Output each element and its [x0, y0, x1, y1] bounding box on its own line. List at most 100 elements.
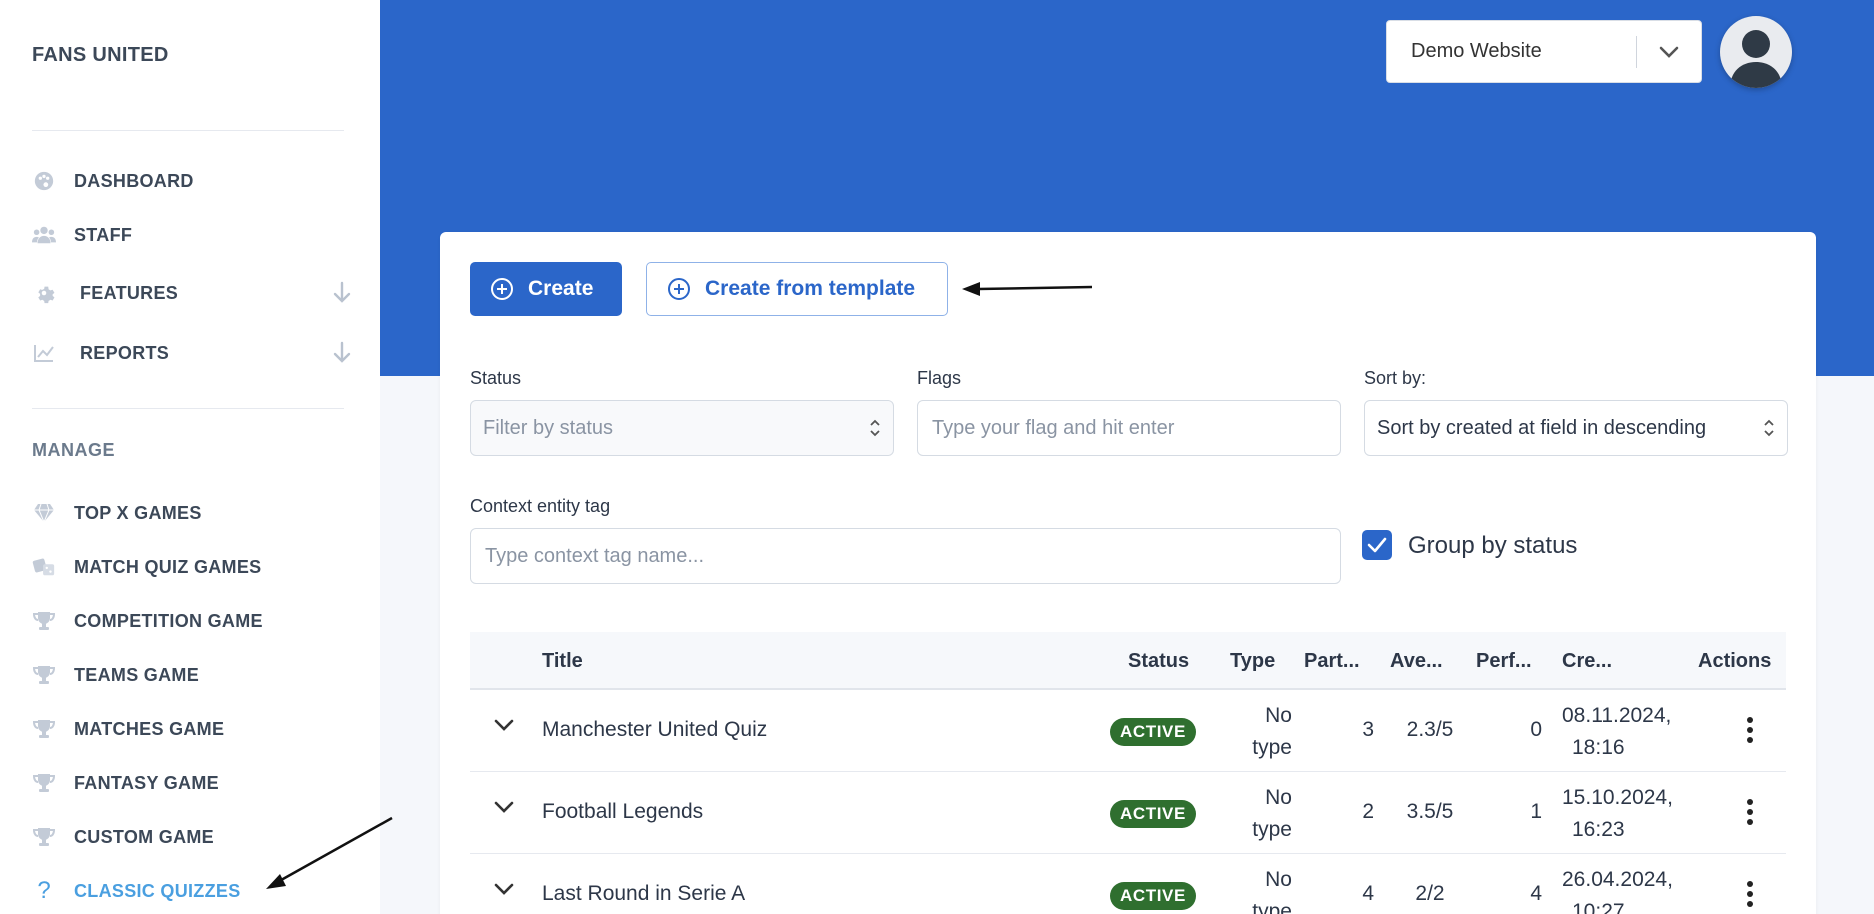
arrow-down-icon[interactable] [332, 341, 352, 370]
row-title[interactable]: Football Legends [542, 800, 703, 824]
nav-label: CUSTOM GAME [74, 826, 214, 847]
avatar[interactable] [1720, 16, 1792, 88]
create-from-template-button[interactable]: Create from template [646, 262, 948, 316]
context-tag-input[interactable] [470, 528, 1341, 584]
nav-label: MATCH QUIZ GAMES [74, 556, 262, 577]
check-icon [1367, 537, 1387, 553]
column-header-actions: Actions [1698, 650, 1772, 672]
nav-item-features[interactable]: FEATURES [32, 273, 352, 313]
nav-item-dashboard[interactable]: DASHBOARD [32, 161, 352, 201]
arrow-down-icon[interactable] [332, 281, 352, 310]
table-header: Title Status Type Part... Ave... Perf...… [470, 632, 1786, 690]
flags-input[interactable] [917, 400, 1341, 456]
nav-item-matches-game[interactable]: MATCHES GAME [32, 709, 352, 749]
row-perfect: 0 [1530, 718, 1542, 741]
row-type-line: No [1265, 868, 1292, 891]
column-header-title[interactable]: Title [542, 650, 583, 673]
row-type: No type [1226, 700, 1292, 764]
group-by-status-label[interactable]: Group by status [1408, 532, 1577, 560]
nav-label: REPORTS [80, 342, 170, 363]
nav-label: TEAMS GAME [74, 664, 200, 685]
nav-item-custom-game[interactable]: CUSTOM GAME [32, 817, 352, 857]
column-header-created[interactable]: Cre... [1562, 650, 1612, 673]
chevron-down-icon[interactable] [494, 800, 514, 819]
row-created-time: 18:16 [1572, 736, 1625, 759]
sidebar: FANS UNITED DASHBOARD STAFF FEATURES REP… [0, 0, 380, 914]
nav-item-reports[interactable]: REPORTS [32, 333, 352, 373]
nav-item-top-x-games[interactable]: TOP X GAMES [32, 493, 352, 533]
section-label-manage: MANAGE [32, 440, 115, 460]
row-created-date: 15.10.2024, [1562, 786, 1673, 809]
row-average: 3.5/5 [1406, 800, 1454, 823]
row-type-line: No [1265, 786, 1292, 809]
nav-label: FANTASY GAME [74, 772, 219, 793]
main-card: Create Create from template Status Filte… [440, 232, 1816, 914]
create-button[interactable]: Create [470, 262, 622, 316]
row-title[interactable]: Manchester United Quiz [542, 718, 767, 742]
nav-item-competition-game[interactable]: COMPETITION GAME [32, 601, 352, 641]
column-header-status[interactable]: Status [1128, 650, 1189, 673]
flags-label: Flags [917, 368, 962, 388]
status-select-value: Filter by status [483, 416, 614, 439]
nav-label: DASHBOARD [74, 170, 194, 191]
chevron-down-icon [1637, 45, 1701, 59]
row-average: 2/2 [1415, 882, 1445, 905]
row-type-line: type [1252, 818, 1292, 841]
palette-icon [32, 169, 56, 193]
more-vertical-icon[interactable] [1746, 798, 1754, 831]
row-perfect: 1 [1530, 800, 1542, 823]
status-select[interactable]: Filter by status [470, 400, 894, 456]
status-badge: ACTIVE [1110, 718, 1196, 746]
group-by-status-checkbox[interactable] [1362, 530, 1392, 560]
nav-label: FEATURES [80, 282, 179, 303]
gear-icon [32, 281, 56, 305]
plus-circle-icon [667, 277, 691, 301]
annotation-arrow [962, 282, 1093, 296]
nav-item-match-quiz-games[interactable]: MATCH QUIZ GAMES [32, 547, 352, 587]
sort-label: Sort by: [1364, 368, 1427, 388]
sort-select-value: Sort by created at field in descending [1377, 416, 1707, 439]
trophy-icon [32, 663, 56, 687]
brand-logo-text[interactable]: FANS UNITED [32, 44, 169, 67]
row-type-line: type [1252, 736, 1292, 759]
column-header-average[interactable]: Ave... [1390, 650, 1443, 673]
gem-icon [32, 501, 56, 525]
quizzes-table: Title Status Type Part... Ave... Perf...… [470, 632, 1786, 914]
column-header-participants[interactable]: Part... [1304, 650, 1360, 673]
row-title[interactable]: Last Round in Serie A [542, 882, 745, 906]
sort-select[interactable]: Sort by created at field in descending [1364, 400, 1788, 456]
divider [32, 408, 344, 409]
nav-item-classic-quizzes[interactable]: ? CLASSIC QUIZZES [32, 871, 352, 911]
row-created-date: 08.11.2024, [1562, 704, 1672, 727]
column-header-type[interactable]: Type [1230, 650, 1275, 673]
row-created-time: 16:23 [1572, 818, 1625, 841]
more-vertical-icon[interactable] [1746, 880, 1754, 913]
users-icon [32, 223, 56, 247]
user-icon [1730, 30, 1782, 88]
chevron-down-icon[interactable] [494, 718, 514, 737]
nav-label: COMPETITION GAME [74, 610, 263, 631]
status-badge: ACTIVE [1110, 800, 1196, 828]
table-row[interactable]: Last Round in Serie A ACTIVE No type 4 2/… [470, 854, 1786, 914]
row-created: 08.11.2024, 18:16 [1562, 700, 1671, 764]
table-row[interactable]: Football Legends ACTIVE No type 2 3.5/5 1… [470, 772, 1786, 854]
row-created-date: 26.04.2024, [1562, 868, 1673, 891]
site-selector[interactable]: Demo Website [1386, 20, 1702, 83]
nav-label: CLASSIC QUIZZES [74, 880, 241, 901]
row-average: 2.3/5 [1406, 718, 1454, 741]
status-label: Status [470, 368, 522, 388]
column-header-perfect[interactable]: Perf... [1476, 650, 1532, 673]
table-row[interactable]: Manchester United Quiz ACTIVE No type 3 2… [470, 690, 1786, 772]
row-participants: 4 [1362, 882, 1374, 905]
row-type-line: type [1252, 900, 1292, 914]
chevron-down-icon[interactable] [494, 882, 514, 901]
create-button-label: Create [528, 277, 594, 300]
nav-item-teams-game[interactable]: TEAMS GAME [32, 655, 352, 695]
row-created: 15.10.2024, 16:23 [1562, 782, 1673, 846]
trophy-icon [32, 609, 56, 633]
more-vertical-icon[interactable] [1746, 716, 1754, 749]
row-participants: 3 [1362, 718, 1374, 741]
nav-item-staff[interactable]: STAFF [32, 215, 352, 255]
nav-item-fantasy-game[interactable]: FANTASY GAME [32, 763, 352, 803]
trophy-icon [32, 771, 56, 795]
